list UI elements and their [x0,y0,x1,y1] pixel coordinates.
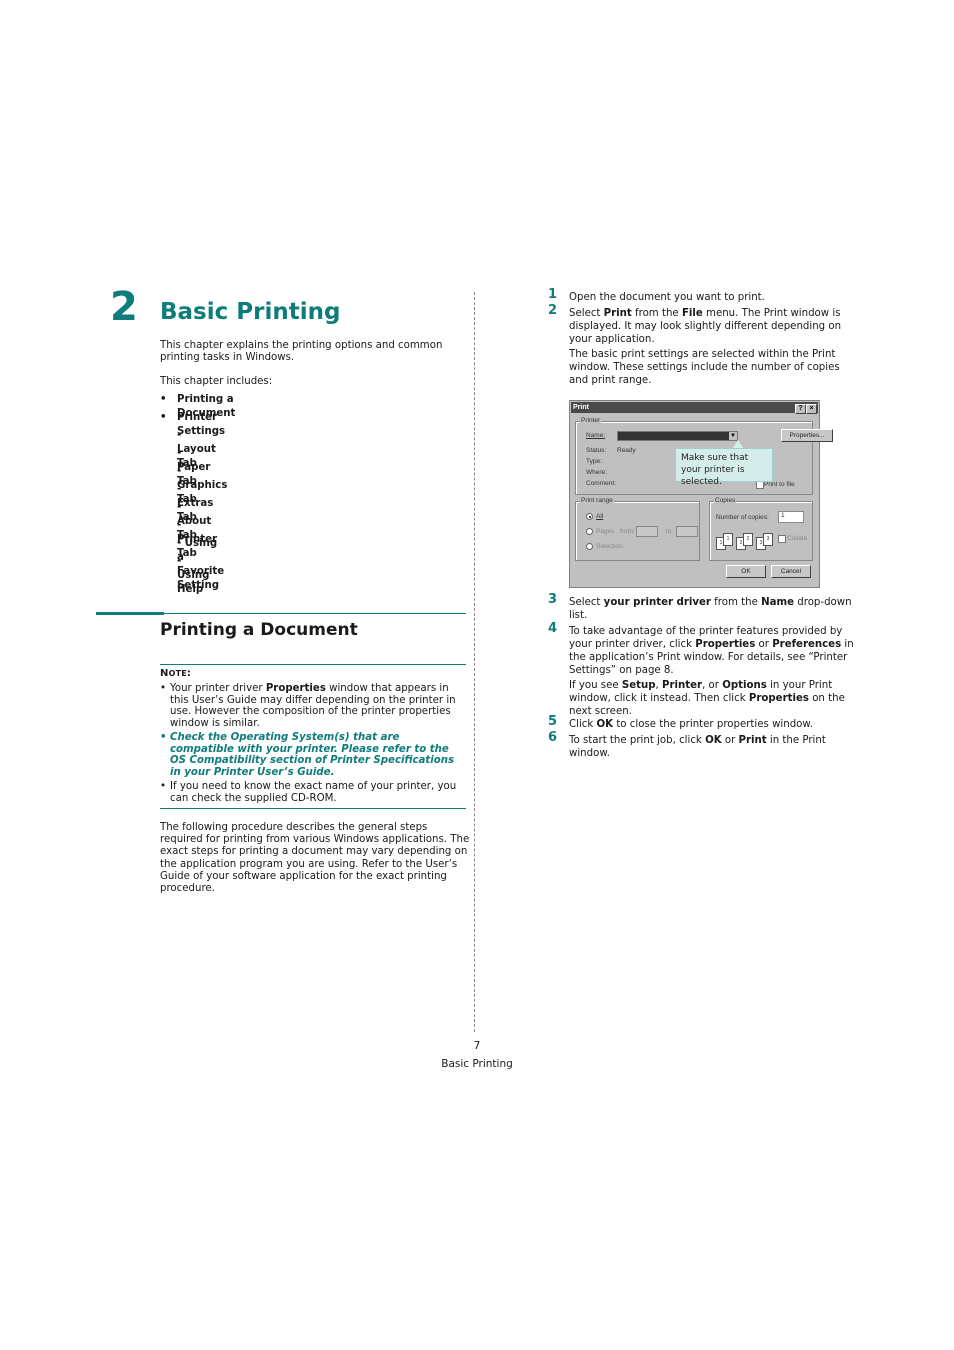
chapter-number: 2 [110,284,138,330]
toc-item-label: - Using Help [177,556,210,595]
step-item: 1 Open the document you want to print. [548,287,859,304]
step-item: 6 To start the print job, click OK or Pri… [548,730,859,760]
comment-label: Comment: [586,480,616,487]
bullet: • [160,412,167,423]
step-number: 1 [548,287,558,302]
page-number: 7 [473,1040,481,1052]
range-from-input[interactable] [636,526,658,537]
step-number: 3 [548,592,558,607]
close-button[interactable]: × [806,404,817,414]
copies-label: Number of copies: [716,514,769,521]
chapter-title: Basic Printing [160,299,341,325]
ok-button[interactable]: OK [726,565,766,578]
step-item: 3 Select your printer driver from the Nam… [548,592,859,622]
callout-note: Make sure that your printer is selected. [675,448,773,487]
properties-button[interactable]: Properties... [781,429,833,442]
bullet: • [160,394,167,405]
note-label: NOTE: [160,668,192,679]
procedure-paragraph: The following procedure describes the ge… [160,822,470,895]
step-text: Click OK to close the printer properties… [569,719,814,730]
step-text: Select Print from the File menu. The Pri… [569,308,842,345]
note-list: • Your printer driver Properties window t… [160,683,466,807]
step-number: 4 [548,621,558,636]
note-bottom-rule [160,808,466,809]
status-label: Status: [586,447,607,454]
note-item: • If you need to know the exact name of y… [160,781,457,804]
step-item: 2 Select Print from the File menu. The Pr… [548,303,859,387]
print-dialog: Print ? × Printer Name: ▼ Properties... … [569,400,833,588]
step-item: 4 To take advantage of the printer featur… [548,621,859,718]
range-all-radio[interactable] [586,513,593,520]
step-text: Open the document you want to print. [569,292,765,303]
step-text: Select your printer driver from the Name… [569,597,852,621]
chapter-intro: This chapter explains the printing optio… [160,340,443,364]
range-to-input[interactable] [676,526,698,537]
collate-page-icon: 3 [763,533,773,546]
copies-group: Copies [709,497,813,561]
step-text: To start the print job, click OK or Prin… [569,735,826,759]
collate-page-icon: 1 [723,533,733,546]
copies-input[interactable]: 1 [778,511,804,523]
where-label: Where: [586,469,607,476]
section-rule [164,613,466,614]
step-number: 2 [548,303,558,318]
help-button[interactable]: ? [795,404,806,414]
printer-name-select[interactable]: ▼ [617,431,738,441]
collate-label: Collate [787,535,808,542]
print-to-file-label: Print to file [764,481,795,488]
range-to-label: to: [666,528,674,535]
section-accent-bar [96,612,164,615]
column-divider [474,292,475,1032]
note-item: • Your printer driver Properties window t… [160,683,456,729]
collate-page-icon: 2 [743,533,753,546]
cancel-button[interactable]: Cancel [771,565,811,578]
range-selection-radio[interactable] [586,543,593,550]
note-item-emphasis: • Check the Operating System(s) that are … [160,732,455,778]
note-top-rule [160,664,466,665]
step-extra-text: The basic print settings are selected wi… [569,349,840,386]
step-text: To take advantage of the printer feature… [569,626,854,676]
range-from-label: from: [620,528,635,535]
range-pages-label: Pages [596,528,615,535]
step-number: 5 [548,714,558,729]
chevron-down-icon[interactable]: ▼ [729,432,737,440]
status-value: Ready [617,447,636,454]
includes-label: This chapter includes: [160,376,273,387]
print-to-file-checkbox[interactable] [756,481,764,489]
type-label: Type: [586,458,602,465]
dialog-titlebar: Print ? × [571,402,818,414]
collate-checkbox[interactable] [778,535,786,543]
running-footer: Basic Printing [441,1058,513,1070]
range-pages-radio[interactable] [586,528,593,535]
step-item: 5 Click OK to close the printer propertie… [548,714,859,731]
range-all-label: All [596,513,604,520]
range-selection-label: Selection [596,543,623,550]
step-extra-text: If you see Setup, Printer, or Options in… [569,680,845,717]
step-number: 6 [548,730,558,745]
section-title: Printing a Document [160,620,358,640]
name-label: Name: [586,432,606,439]
